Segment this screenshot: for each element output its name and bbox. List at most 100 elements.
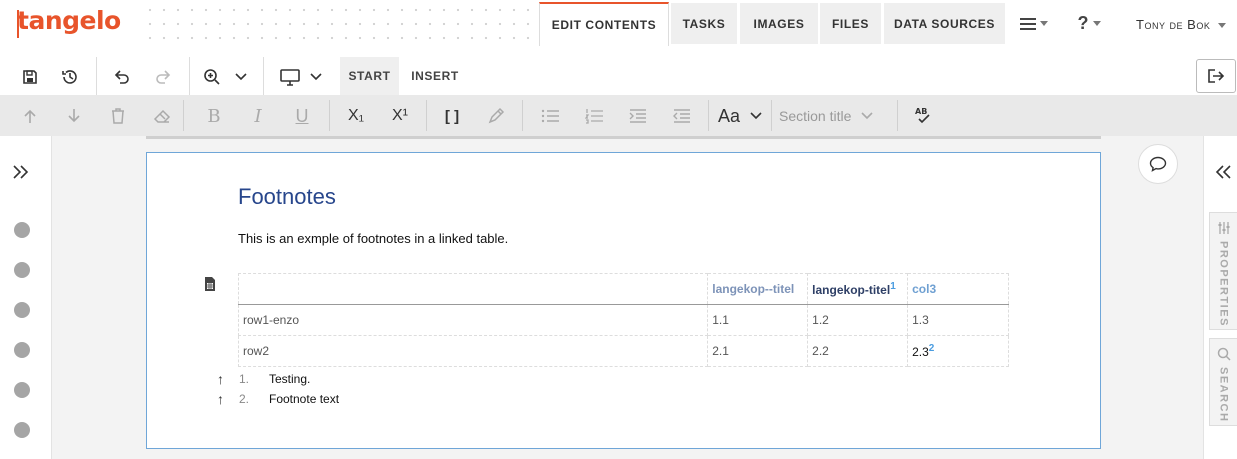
font-dropdown[interactable]: Aa: [718, 104, 762, 128]
help-button[interactable]: ?: [1066, 3, 1112, 44]
table-header-cell[interactable]: [237, 273, 709, 305]
table-cell[interactable]: 2.32: [907, 335, 1009, 367]
superscript-button[interactable]: X¹: [388, 104, 412, 128]
footnote-text[interactable]: Footnote text: [269, 392, 339, 406]
exit-icon: [1208, 69, 1225, 83]
footnote-item: ↑ 2. Footnote text: [217, 391, 339, 407]
tab-edit-contents[interactable]: EDIT CONTENTS: [539, 2, 669, 46]
save-icon[interactable]: [18, 65, 42, 89]
tab-tasks[interactable]: TASKS: [671, 3, 737, 44]
italic-button[interactable]: I: [246, 104, 270, 128]
outline-node[interactable]: [14, 342, 30, 358]
tab-search[interactable]: SEARCH: [1209, 338, 1237, 426]
history-icon[interactable]: [58, 65, 82, 89]
outline-node[interactable]: [14, 382, 30, 398]
logo: tangelo: [17, 6, 121, 35]
preview-device-dropdown[interactable]: [280, 65, 322, 89]
top-bar: tangelo EDIT CONTENTS TASKS IMAGES FILES…: [0, 0, 1237, 46]
chevron-down-icon: [235, 73, 247, 81]
monitor-icon: [280, 69, 300, 86]
user-menu[interactable]: Tony de Bok: [1136, 17, 1227, 32]
outline-node[interactable]: [14, 222, 30, 238]
outline-node[interactable]: [14, 302, 30, 318]
main-toolbar: START INSERT: [0, 57, 1237, 95]
expand-right-icon[interactable]: [1214, 164, 1232, 185]
table-cell[interactable]: 1.3: [907, 304, 1009, 336]
comment-button[interactable]: [1138, 144, 1178, 184]
table-cell[interactable]: 1.1: [707, 304, 809, 336]
table-cell[interactable]: 2.1: [707, 335, 809, 367]
redo-icon[interactable]: [151, 65, 175, 89]
chevron-down-icon: [750, 112, 762, 120]
table-cell[interactable]: 2.2: [807, 335, 909, 367]
section-heading[interactable]: Footnotes: [238, 184, 336, 210]
tab-properties-label: PROPERTIES: [1217, 241, 1230, 327]
tab-start[interactable]: START: [340, 57, 399, 95]
table-cell[interactable]: row1-enzo: [237, 304, 709, 336]
table-header-cell[interactable]: langekop-titel1: [807, 273, 909, 305]
brackets-button[interactable]: [ ]: [440, 104, 464, 128]
dot-pattern: [140, 0, 538, 46]
help-icon: ?: [1077, 13, 1089, 33]
tab-images[interactable]: IMAGES: [740, 3, 818, 44]
bold-button[interactable]: B: [202, 104, 226, 128]
tab-data-sources[interactable]: DATA SOURCES: [884, 3, 1005, 44]
footnote-ref[interactable]: 1: [890, 281, 896, 292]
outline-node[interactable]: [14, 422, 30, 438]
table-row: row1-enzo 1.1 1.2 1.3: [237, 304, 1009, 336]
tab-insert[interactable]: INSERT: [402, 57, 468, 95]
subscript-button[interactable]: X₁: [344, 104, 368, 128]
table-header-row: langekop--titel langekop-titel1 col3: [237, 273, 1009, 305]
highlight-pen-icon[interactable]: [484, 104, 508, 128]
footnote-ref[interactable]: 2: [929, 343, 935, 354]
move-down-icon[interactable]: [62, 104, 86, 128]
chevron-down-icon: [310, 73, 322, 81]
footnote-item: ↑ 1. Testing.: [217, 371, 310, 387]
zoom-dropdown[interactable]: [203, 65, 247, 89]
search-icon: [1217, 347, 1231, 361]
exit-button[interactable]: [1196, 59, 1236, 93]
undo-icon[interactable]: [110, 65, 134, 89]
spellcheck-icon[interactable]: AB: [911, 104, 935, 128]
footnote-text[interactable]: Testing.: [269, 372, 310, 386]
paragraph-style-dropdown[interactable]: Section title: [779, 103, 889, 129]
footnote-table[interactable]: langekop--titel langekop-titel1 col3 row…: [237, 273, 1009, 367]
format-toolbar: B I U X₁ X¹ [ ] Aa Section title AB: [0, 95, 1237, 136]
hamburger-icon: [1020, 17, 1036, 30]
trash-icon[interactable]: [106, 104, 130, 128]
main-menu-button[interactable]: [1011, 3, 1057, 44]
outline-node[interactable]: [14, 262, 30, 278]
table-icon[interactable]: [204, 276, 216, 297]
zoom-in-icon: [204, 69, 220, 85]
editor-section[interactable]: Footnotes This is an exmple of footnotes…: [146, 152, 1101, 449]
tab-files[interactable]: FILES: [820, 3, 881, 44]
eraser-icon[interactable]: [150, 104, 174, 128]
underline-button[interactable]: U: [290, 104, 314, 128]
user-name: Tony de Bok: [1136, 17, 1211, 32]
numbered-list-icon[interactable]: [582, 104, 606, 128]
sliders-icon: [1218, 222, 1229, 234]
toolbar-spacer: [0, 46, 1237, 57]
svg-text:AB: AB: [915, 107, 927, 116]
back-to-ref-icon[interactable]: ↑: [217, 391, 231, 407]
chevron-down-icon: [861, 112, 873, 120]
paragraph[interactable]: This is an exmple of footnotes in a link…: [238, 231, 508, 246]
tab-search-label: SEARCH: [1217, 367, 1230, 423]
previous-section-edge: [146, 136, 1101, 139]
tab-properties[interactable]: PROPERTIES: [1209, 212, 1237, 330]
bullet-list-icon[interactable]: [538, 104, 562, 128]
table-cell[interactable]: 1.2: [807, 304, 909, 336]
table-header-cell[interactable]: langekop--titel: [707, 273, 809, 305]
footnote-number: 1.: [239, 372, 250, 386]
outdent-icon[interactable]: [670, 104, 694, 128]
back-to-ref-icon[interactable]: ↑: [217, 371, 231, 387]
font-label: Aa: [718, 105, 741, 126]
table-header-cell[interactable]: col3: [907, 273, 1009, 305]
footnote-number: 2.: [239, 392, 250, 406]
left-rail: [0, 136, 52, 459]
expand-left-icon[interactable]: [12, 164, 30, 185]
move-up-icon[interactable]: [18, 104, 42, 128]
table-row: row2 2.1 2.2 2.32: [237, 335, 1009, 367]
indent-icon[interactable]: [626, 104, 650, 128]
table-cell[interactable]: row2: [237, 335, 709, 367]
